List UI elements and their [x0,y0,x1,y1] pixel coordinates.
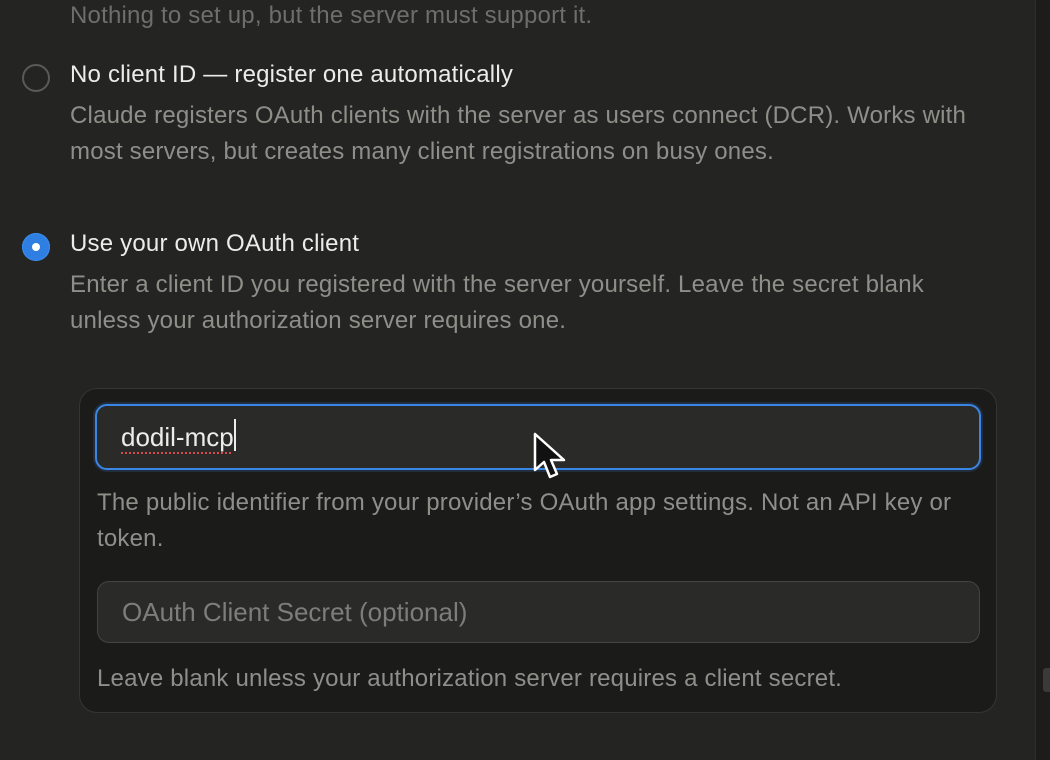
client-secret-help: Leave blank unless your authorization se… [97,665,843,692]
option-own-client-description: Enter a client ID you registered with th… [70,271,924,334]
oauth-settings-page: Nothing to set up, but the server must s… [0,0,1050,760]
mouse-pointer-icon [533,432,566,479]
text-caret [233,419,236,451]
radio-checked-icon[interactable] [22,233,50,261]
option-own-client-title: Use your own OAuth client [70,230,360,257]
client-id-value: dodil-mcp [121,421,234,452]
radio-unchecked-icon[interactable] [22,64,50,92]
window-right-edge [1035,0,1050,760]
option-description-above: Nothing to set up, but the server must s… [70,2,593,29]
option-dcr-title: No client ID — register one automaticall… [70,61,514,88]
client-secret-input[interactable]: OAuth Client Secret (optional) [97,581,980,643]
option-dcr[interactable]: No client ID — register one automaticall… [22,61,980,204]
option-own-client[interactable]: Use your own OAuth client Enter a client… [22,230,980,343]
client-id-help: The public identifier from your provider… [97,489,952,552]
client-secret-placeholder: OAuth Client Secret (optional) [122,596,468,627]
resize-handle[interactable] [1043,668,1050,692]
option-dcr-description: Claude registers OAuth clients with the … [70,102,967,165]
